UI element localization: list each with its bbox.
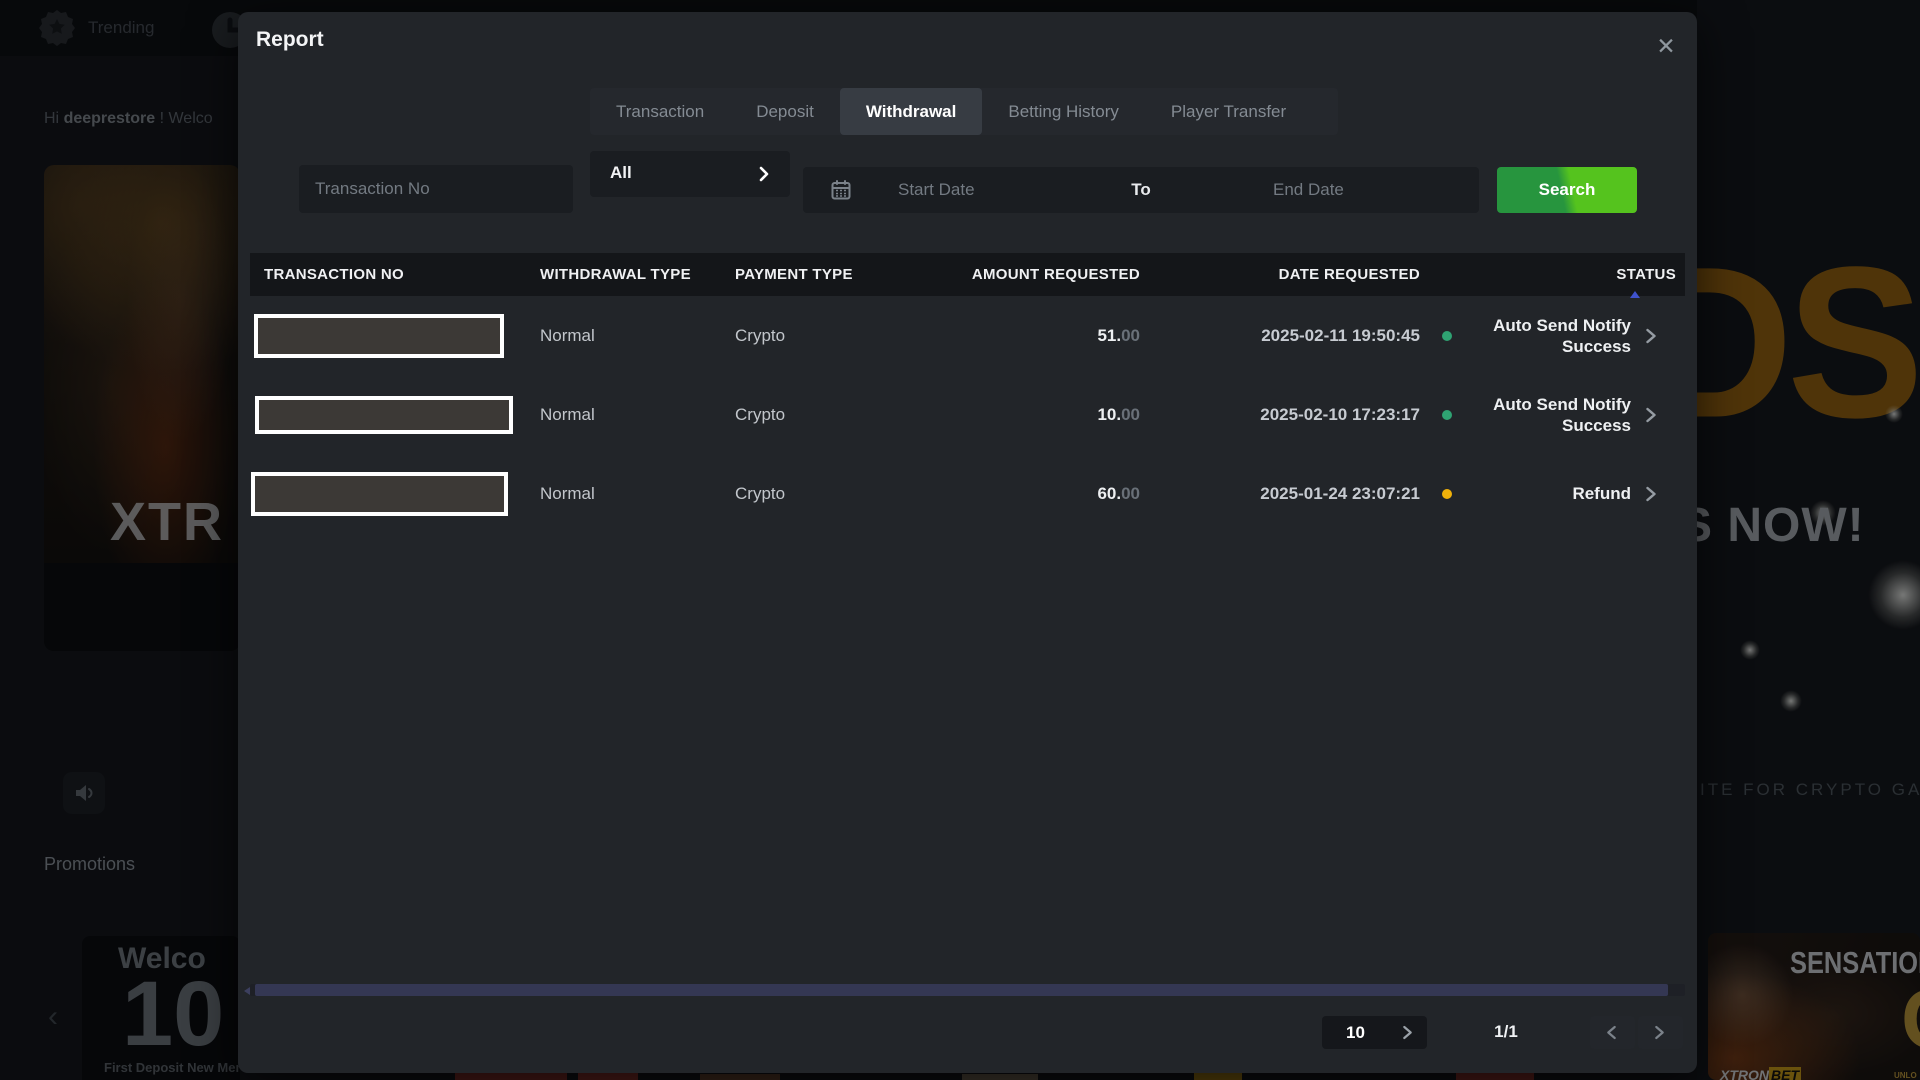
table-row[interactable]: Normal Crypto 60.00 2025-01-24 23:07:21 …: [250, 454, 1685, 533]
amount-cents: 00: [1121, 484, 1140, 503]
table-header-row: TRANSACTION NO WITHDRAWAL TYPE PAYMENT T…: [250, 253, 1685, 296]
amount-cell: 10.00: [930, 405, 1140, 425]
chevron-right-icon: [1402, 1025, 1413, 1040]
chevron-right-icon[interactable]: [1645, 407, 1657, 423]
amount-cents: 00: [1121, 405, 1140, 424]
amount-cents: 00: [1121, 326, 1140, 345]
table-body: Normal Crypto 51.00 2025-02-11 19:50:45 …: [250, 296, 1685, 533]
modal-title: Report: [256, 28, 324, 52]
tab-player-transfer[interactable]: Player Transfer: [1145, 88, 1312, 135]
status-text: Refund: [1452, 483, 1645, 504]
tab-transaction[interactable]: Transaction: [590, 88, 730, 135]
report-tab-bar: Transaction Deposit Withdrawal Betting H…: [590, 88, 1338, 135]
status-text: Auto Send Notify Success: [1452, 394, 1645, 436]
chevron-left-icon: [1606, 1025, 1617, 1040]
date-value: 2025-01-24 23:07:21: [1260, 484, 1420, 503]
date-requested-cell: 2025-02-11 19:50:45: [1140, 326, 1420, 346]
status-dot: [1442, 410, 1452, 420]
start-date-field[interactable]: Start Date: [898, 180, 975, 200]
column-header-withdrawal-type: WITHDRAWAL TYPE: [540, 266, 735, 283]
chevron-right-icon: [756, 166, 772, 182]
type-filter-value: All: [610, 163, 632, 183]
status-cell: Auto Send Notify Success: [1420, 375, 1685, 454]
status-cell: Auto Send Notify Success: [1420, 296, 1685, 375]
date-value: 2025-02-11 19:50:45: [1261, 326, 1420, 345]
end-date-field[interactable]: End Date: [1273, 180, 1344, 200]
column-header-transaction-no: TRANSACTION NO: [250, 266, 540, 283]
search-button[interactable]: Search: [1497, 167, 1637, 213]
status-text: Auto Send Notify Success: [1452, 315, 1645, 357]
transaction-no-redacted: [251, 472, 508, 516]
payment-type-cell: Crypto: [735, 326, 930, 346]
payment-type-cell: Crypto: [735, 484, 930, 504]
transaction-no-redacted: [254, 314, 504, 358]
tab-withdrawal[interactable]: Withdrawal: [840, 88, 983, 135]
column-header-status: STATUS: [1420, 266, 1685, 283]
tab-betting-history[interactable]: Betting History: [982, 88, 1145, 135]
table-row[interactable]: Normal Crypto 10.00 2025-02-10 17:23:17 …: [250, 375, 1685, 454]
date-requested-cell: 2025-02-10 17:23:17: [1140, 405, 1420, 425]
date-range-separator: To: [1111, 180, 1171, 200]
chevron-right-icon[interactable]: [1645, 328, 1657, 344]
tab-deposit[interactable]: Deposit: [730, 88, 840, 135]
amount-whole: 10.: [1097, 405, 1121, 424]
calendar-icon: [831, 180, 851, 200]
amount-cell: 51.00: [930, 326, 1140, 346]
next-page-button[interactable]: [1638, 1016, 1683, 1049]
prev-page-button[interactable]: [1590, 1016, 1635, 1049]
type-filter-dropdown[interactable]: All: [590, 151, 790, 197]
column-header-date-requested: DATE REQUESTED: [1140, 266, 1420, 283]
withdrawal-type-cell: Normal: [540, 484, 735, 504]
chevron-right-icon: [1654, 1025, 1665, 1040]
close-icon[interactable]: ✕: [1650, 30, 1682, 62]
transaction-no-redacted: [255, 396, 513, 434]
column-header-payment-type: PAYMENT TYPE: [735, 266, 930, 283]
chevron-right-icon[interactable]: [1645, 486, 1657, 502]
status-dot: [1442, 489, 1452, 499]
date-range-picker[interactable]: Start Date To End Date: [803, 167, 1479, 213]
amount-whole: 60.: [1097, 484, 1121, 503]
page-indicator: 1/1: [1476, 1022, 1536, 1042]
withdrawal-type-cell: Normal: [540, 326, 735, 346]
date-requested-cell: 2025-01-24 23:07:21: [1140, 484, 1420, 504]
scrollbar-left-arrow: [244, 987, 250, 995]
report-modal: Report ✕ Transaction Deposit Withdrawal …: [238, 12, 1697, 1073]
status-cell: Refund: [1420, 454, 1685, 533]
date-value: 2025-02-10 17:23:17: [1260, 405, 1420, 424]
column-header-amount-requested: AMOUNT REQUESTED: [930, 266, 1140, 283]
status-dot: [1442, 331, 1452, 341]
withdrawal-type-cell: Normal: [540, 405, 735, 425]
table-row[interactable]: Normal Crypto 51.00 2025-02-11 19:50:45 …: [250, 296, 1685, 375]
horizontal-scrollbar-thumb[interactable]: [255, 984, 1668, 996]
page-size-selector[interactable]: 10: [1322, 1016, 1427, 1049]
page-size-value: 10: [1346, 1023, 1365, 1043]
transaction-no-input[interactable]: [299, 165, 573, 213]
amount-cell: 60.00: [930, 484, 1140, 504]
amount-whole: 51.: [1097, 326, 1121, 345]
payment-type-cell: Crypto: [735, 405, 930, 425]
